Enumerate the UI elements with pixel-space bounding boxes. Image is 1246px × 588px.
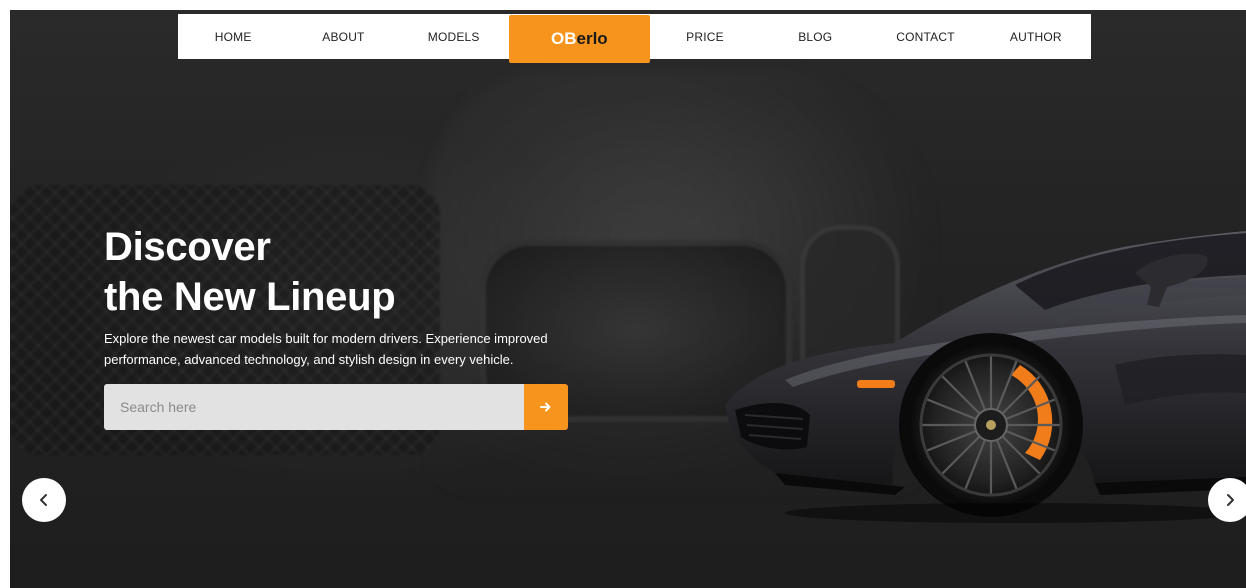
hero-description: Explore the newest car models built for … [104,331,548,367]
slider-prev-button[interactable] [22,478,66,522]
logo-text-primary: OB [551,28,577,48]
nav-item-author[interactable]: AUTHOR [981,30,1091,44]
sports-car-image [725,231,1246,523]
nav-item-blog[interactable]: BLOG [760,30,870,44]
nav-item-about[interactable]: ABOUT [288,30,398,44]
hero-title-line-1: Discover [104,225,271,269]
hero-title: Discover the New Lineup [104,222,396,322]
hero-title-line-2: the New Lineup [104,275,396,319]
logo-text-secondary: erlo [576,28,608,48]
nav-item-home[interactable]: HOME [178,30,288,44]
chevron-left-icon [40,494,47,506]
search-form [104,384,568,430]
brand-logo[interactable]: OB erlo [508,14,650,63]
search-button[interactable] [524,384,568,430]
nav-item-price[interactable]: PRICE [650,30,760,44]
nav-item-models[interactable]: MODELS [399,30,509,44]
arrow-right-icon [540,402,551,412]
page: HOME ABOUT MODELS OB erlo PRICE BLOG CONT… [0,0,1246,588]
slider-next-button[interactable] [1208,478,1246,522]
nav-item-contact[interactable]: CONTACT [870,30,980,44]
main-navigation: HOME ABOUT MODELS OB erlo PRICE BLOG CONT… [178,14,1091,63]
chevron-right-icon [1227,494,1234,506]
search-input[interactable] [104,384,524,430]
